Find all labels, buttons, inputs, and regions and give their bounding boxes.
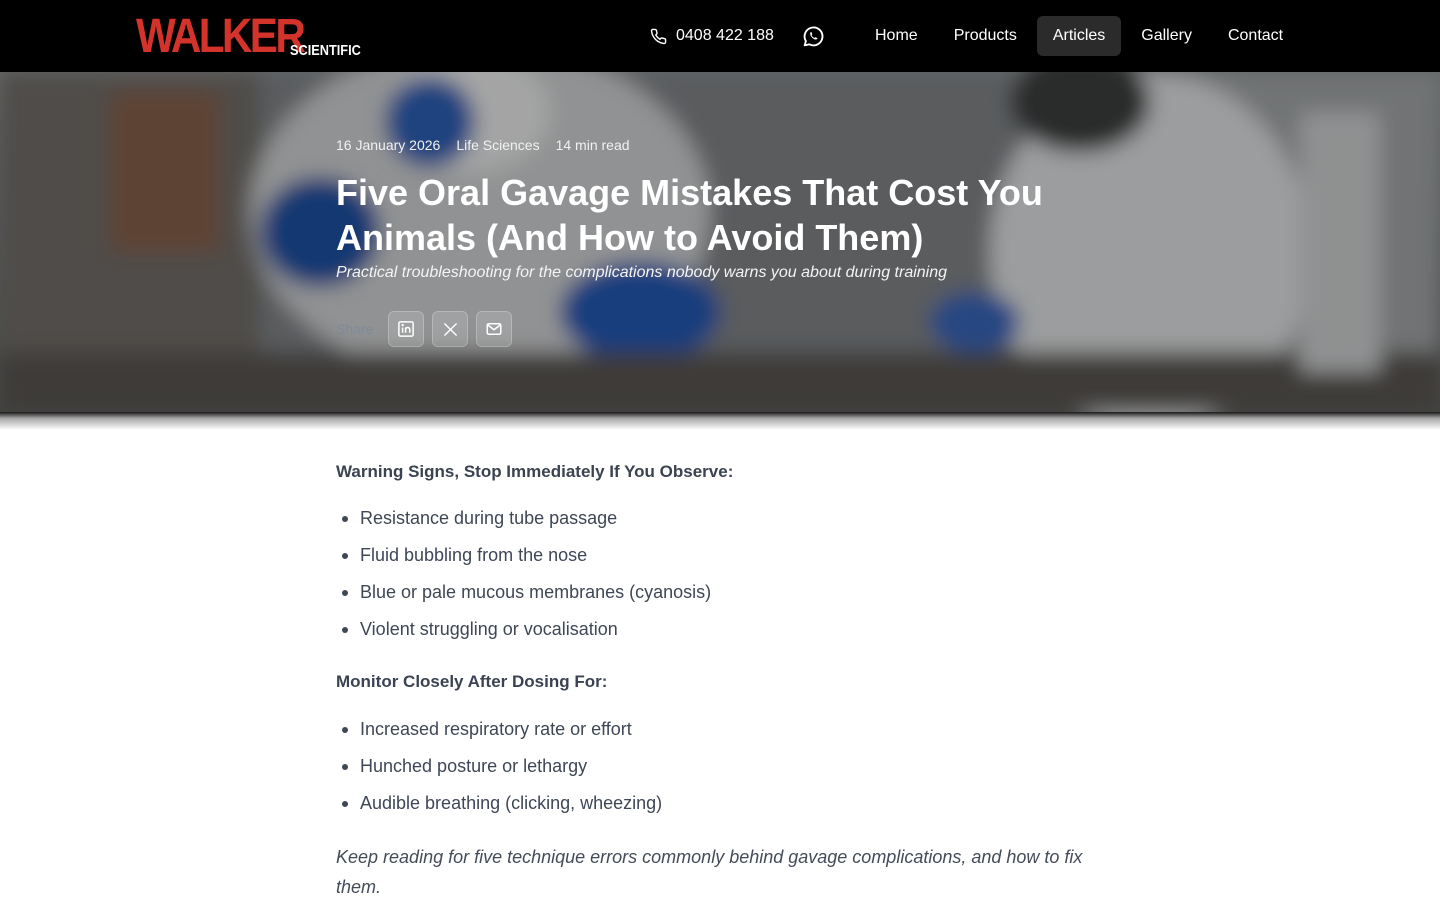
hero-divider-shadow bbox=[0, 412, 1440, 430]
list-item: Fluid bubbling from the nose bbox=[336, 537, 711, 574]
article-date: 16 January 2026 bbox=[336, 137, 441, 153]
monitor-list: Increased respiratory rate or effort Hun… bbox=[336, 711, 662, 822]
closing-paragraph: Keep reading for five technique errors c… bbox=[336, 847, 1083, 897]
phone-link[interactable]: 0408 422 188 bbox=[650, 22, 774, 50]
article-category: Life Sciences bbox=[456, 137, 540, 153]
article-title: Five Oral Gavage Mistakes That Cost You … bbox=[336, 172, 1043, 258]
warning-signs-heading: Warning Signs, Stop Immediately If You O… bbox=[336, 462, 734, 481]
share-x-button[interactable] bbox=[432, 311, 468, 347]
share-label: Share bbox=[336, 321, 374, 337]
article-meta: 16 January 2026 Life Sciences 14 min rea… bbox=[336, 137, 646, 153]
linkedin-icon bbox=[398, 321, 414, 337]
list-item: Audible breathing (clicking, wheezing) bbox=[336, 785, 662, 822]
list-item: Blue or pale mucous membranes (cyanosis) bbox=[336, 574, 711, 611]
mail-icon bbox=[486, 323, 502, 335]
phone-icon bbox=[650, 28, 667, 44]
nav-contact[interactable]: Contact bbox=[1212, 16, 1299, 56]
x-icon bbox=[443, 322, 457, 336]
share-linkedin-button[interactable] bbox=[388, 311, 424, 347]
brand-name: WALKER bbox=[136, 10, 306, 63]
monitor-heading: Monitor Closely After Dosing For: bbox=[336, 672, 608, 691]
whatsapp-button[interactable] bbox=[800, 22, 826, 50]
nav-products[interactable]: Products bbox=[938, 16, 1033, 56]
share-email-button[interactable] bbox=[476, 311, 512, 347]
brand-sub: SCIENTIFIC bbox=[290, 42, 361, 59]
nav-home[interactable]: Home bbox=[859, 16, 934, 56]
whatsapp-icon bbox=[803, 26, 823, 46]
share-bar: Share bbox=[336, 311, 520, 347]
list-item: Increased respiratory rate or effort bbox=[336, 711, 662, 748]
list-item: Violent struggling or vocalisation bbox=[336, 611, 711, 648]
nav-gallery[interactable]: Gallery bbox=[1125, 16, 1208, 56]
nav-articles[interactable]: Articles bbox=[1036, 16, 1122, 56]
site-header: WALKER SCIENTIFIC 0408 422 188 Home Prod… bbox=[0, 0, 1440, 72]
list-item: Hunched posture or lethargy bbox=[336, 748, 662, 785]
list-item: Resistance during tube passage bbox=[336, 500, 711, 537]
phone-number: 0408 422 188 bbox=[676, 27, 774, 44]
warning-signs-list: Resistance during tube passage Fluid bub… bbox=[336, 500, 711, 648]
article-subtitle: Practical troubleshooting for the compli… bbox=[336, 264, 948, 281]
brand-logo[interactable]: WALKER SCIENTIFIC bbox=[136, 10, 373, 63]
article-read-time: 14 min read bbox=[555, 137, 630, 153]
main-nav: Home Products Articles Gallery Contact bbox=[859, 16, 1303, 56]
